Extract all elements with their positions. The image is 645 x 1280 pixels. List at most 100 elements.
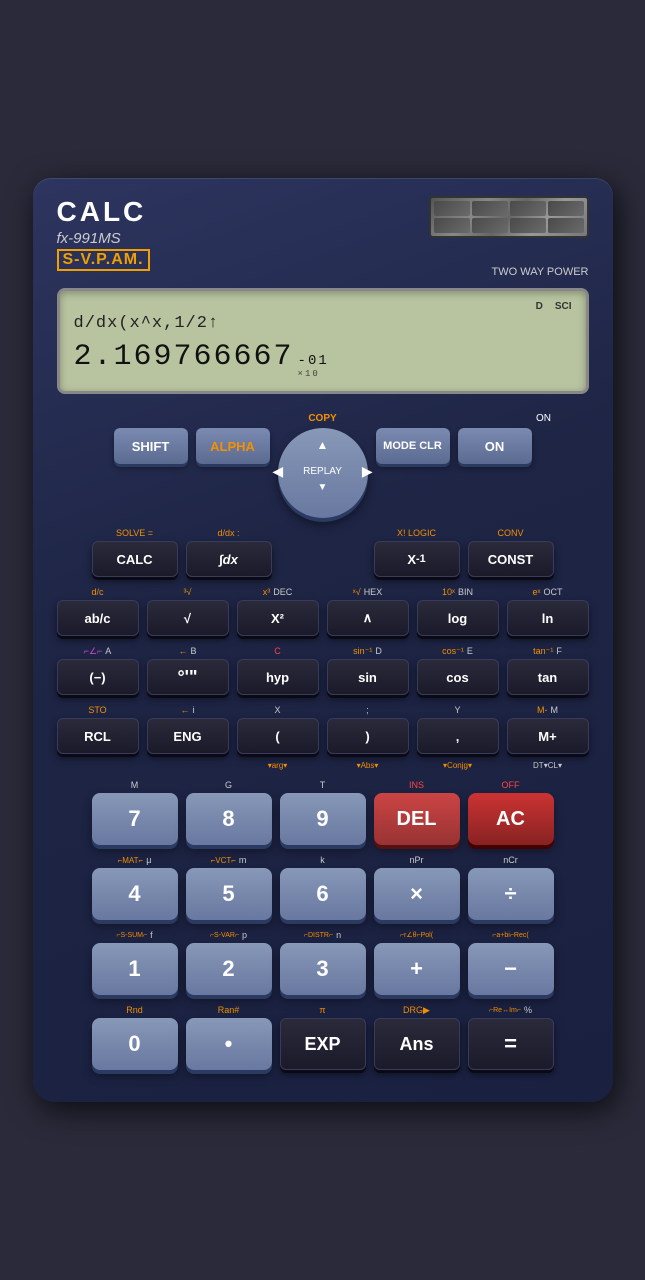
solar-cell <box>548 201 584 216</box>
seven-button[interactable]: 7 <box>92 793 178 845</box>
log-button[interactable]: log <box>417 600 499 636</box>
plus-button[interactable]: + <box>374 943 460 995</box>
on-label: ON <box>536 413 551 424</box>
row4-sublabels: ▾arg▾ ▾Abs▾ ▾Conjg▾ DT▾CL▾ <box>57 758 589 772</box>
nine-label: T <box>280 778 366 792</box>
eng-label-cell: ← i <box>147 703 229 717</box>
semicolon-label: ; <box>366 705 369 715</box>
f2-label: f <box>150 930 153 940</box>
rparen-button[interactable]: ) <box>327 718 409 754</box>
eng-button[interactable]: ENG <box>147 718 229 754</box>
replay-button[interactable]: ▲ ◀ REPLAY ▶ ▼ <box>278 428 368 518</box>
solar-cell <box>472 218 508 233</box>
d-label: D <box>375 646 382 656</box>
integral-icon: ∫dx <box>219 552 238 567</box>
sin-inv-label: sin⁻¹ <box>353 646 372 657</box>
sin-button[interactable]: sin <box>327 659 409 695</box>
conv-label: CONV <box>497 528 523 538</box>
comma-button[interactable]: , <box>417 718 499 754</box>
npr-label: nPr <box>409 855 423 865</box>
one-button[interactable]: 1 <box>92 943 178 995</box>
ac-label: OFF <box>468 778 554 792</box>
angle-label: ⌐∠⌐ <box>84 646 103 657</box>
empty-label-1 <box>280 526 366 540</box>
alpha-button[interactable]: ALPHA <box>196 428 270 464</box>
larrow2-label: ← <box>181 705 190 715</box>
ln-button[interactable]: ln <box>507 600 589 636</box>
on-button[interactable]: ON <box>458 428 532 464</box>
zero-button[interactable]: 0 <box>92 1018 178 1070</box>
10x-label: 10ˣ <box>442 587 455 597</box>
sqrt-button[interactable]: √ <box>147 600 229 636</box>
row5-labels: M G T INS OFF <box>57 778 589 792</box>
neg-label-cell: ⌐∠⌐ A <box>57 644 139 658</box>
log-label-cell: 10ˣ BIN <box>417 585 499 599</box>
rec-label: ⌐a+bi⌐Rec( <box>492 932 528 939</box>
nine-button[interactable]: 9 <box>280 793 366 845</box>
del-button[interactable]: DEL <box>374 793 460 845</box>
six-button[interactable]: 6 <box>280 868 366 920</box>
eight-button[interactable]: 8 <box>186 793 272 845</box>
mplus-label-cell: M- M <box>507 703 589 717</box>
solar-cell <box>434 218 470 233</box>
divide-button[interactable]: ÷ <box>468 868 554 920</box>
seven-label: M <box>92 778 178 792</box>
x10-label: ×10 <box>298 369 320 379</box>
oct-label: OCT <box>543 587 562 597</box>
equals-label: ⌐Re↔Im⌐ % <box>468 1003 554 1017</box>
row6-labels: ⌐MAT⌐ μ ⌐VCT⌐ m k nPr nCr <box>57 853 589 867</box>
exp-button[interactable]: EXP <box>280 1018 366 1070</box>
sqrt-label-cell: ³√ <box>147 585 229 599</box>
hyp-button[interactable]: hyp <box>237 659 319 695</box>
cos-inv-label: cos⁻¹ <box>442 646 464 657</box>
quotes-label-cell: ← B <box>147 644 229 658</box>
ncr-label: nCr <box>503 855 518 865</box>
copy-label-area: COPY <box>278 408 368 426</box>
xinv-label-cell: X! LOGIC <box>374 526 460 540</box>
sci-indicator: SCI <box>555 301 572 312</box>
minus-button[interactable]: − <box>468 943 554 995</box>
times-button[interactable]: × <box>374 868 460 920</box>
x-logic-label: X! LOGIC <box>397 528 436 538</box>
cos-button[interactable]: cos <box>417 659 499 695</box>
solar-panel-area: TWO WAY POWER <box>429 196 589 278</box>
shift-button[interactable]: SHIFT <box>114 428 188 464</box>
const-button[interactable]: CONST <box>468 541 554 577</box>
tan-button[interactable]: tan <box>507 659 589 695</box>
integral-button[interactable]: ∫dx <box>186 541 272 577</box>
mplus-button[interactable]: M+ <box>507 718 589 754</box>
six-label: k <box>280 853 366 867</box>
row5-buttons: 7 8 9 DEL AC <box>57 793 589 845</box>
neg-button[interactable]: (−) <box>57 659 139 695</box>
c-label: C <box>274 646 281 656</box>
four-button[interactable]: 4 <box>92 868 178 920</box>
dtcl-label: DT▾CL▾ <box>533 761 562 770</box>
ans-button[interactable]: Ans <box>374 1018 460 1070</box>
xinv-button[interactable]: X-1 <box>374 541 460 577</box>
quotes-button[interactable]: °'" <box>147 659 229 695</box>
spacer <box>280 541 366 577</box>
display-result: 2.169766667 -01 ×10 <box>74 340 572 379</box>
rcl-button[interactable]: RCL <box>57 718 139 754</box>
abs-label: ▾Abs▾ <box>357 761 379 770</box>
mode-clr-button[interactable]: MODE CLR <box>376 428 450 464</box>
two-button[interactable]: 2 <box>186 943 272 995</box>
x2-button[interactable]: X² <box>237 600 319 636</box>
ac-button[interactable]: AC <box>468 793 554 845</box>
m7-label: M <box>131 780 139 790</box>
lparen-button[interactable]: ( <box>237 718 319 754</box>
five-button[interactable]: 5 <box>186 868 272 920</box>
xsqrt-label: ˣ√ <box>353 587 361 597</box>
n-label: n <box>336 930 341 940</box>
lambda-button[interactable]: ∧ <box>327 600 409 636</box>
rcl-sub <box>57 758 139 772</box>
equals-button[interactable]: = <box>468 1018 554 1070</box>
up-arrow-icon: ▲ <box>317 438 329 452</box>
dot-button[interactable]: • <box>186 1018 272 1070</box>
solve-label: SOLVE = <box>116 528 153 538</box>
calc-button[interactable]: CALC <box>92 541 178 577</box>
abc-button[interactable]: ab/c <box>57 600 139 636</box>
sto-label: STO <box>88 705 106 715</box>
three-button[interactable]: 3 <box>280 943 366 995</box>
integral-label-cell: d/dx : <box>186 526 272 540</box>
